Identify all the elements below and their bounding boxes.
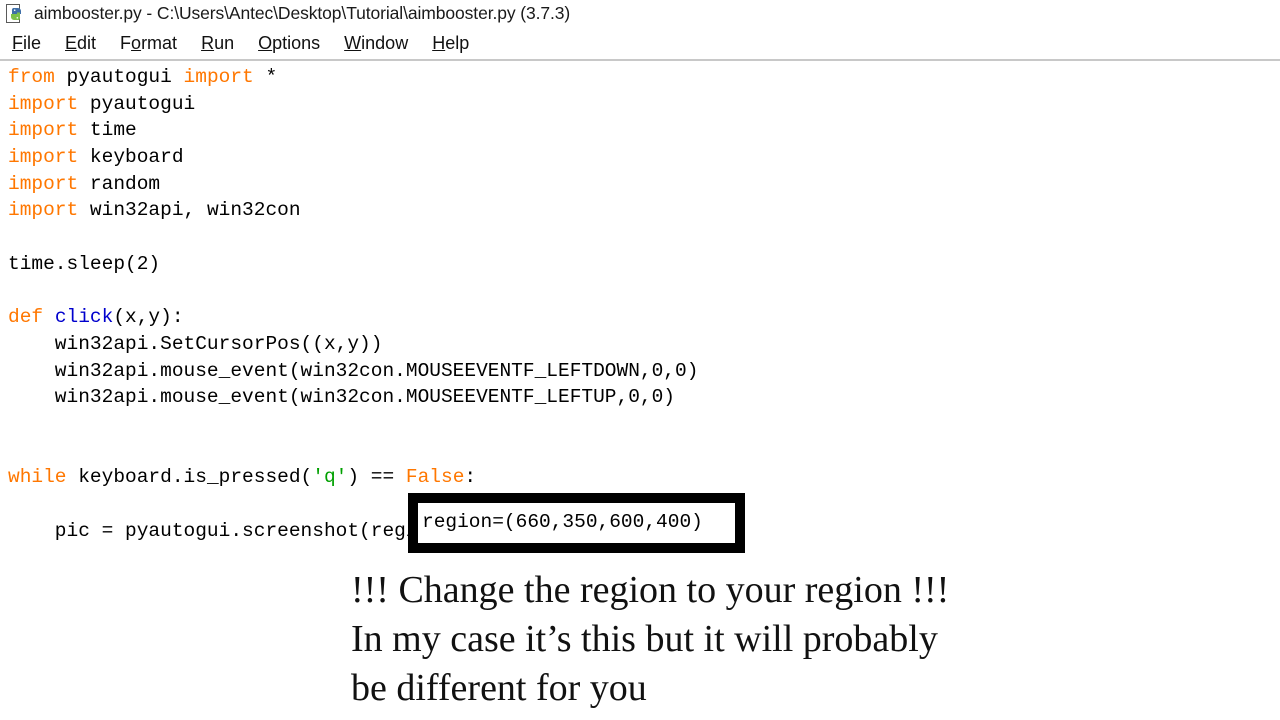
python-idle-icon [6,3,26,24]
code-token-kw: import [8,146,79,169]
code-line: import win32api, win32con [8,197,1280,224]
annotation-line: !!! Change the region to your region !!! [351,569,950,611]
code-token-plain: win32api.mouse_event(win32con.MOUSEEVENT… [8,386,676,409]
code-line: win32api.SetCursorPos((x,y)) [8,331,1280,358]
code-line: import keyboard [8,144,1280,171]
menu-item-options[interactable]: Options [246,33,332,54]
code-token-plain: keyboard [78,146,184,169]
menu-item-file[interactable]: File [0,33,53,54]
menu-label-part: F [120,33,132,53]
code-token-plain: pyautogui [78,92,196,115]
code-line: import pyautogui [8,91,1280,118]
menu-item-window[interactable]: Window [332,33,420,54]
code-line: win32api.mouse_event(win32con.MOUSEEVENT… [8,358,1280,385]
menu-accelerator-letter: H [432,33,446,53]
code-token-plain: time.sleep(2) [8,252,161,275]
code-line: while keyboard.is_pressed('q') == False: [8,464,1280,491]
menu-accelerator-letter: E [65,33,78,53]
annotation-line: be different for you [351,667,647,709]
code-token-str: 'q' [312,466,348,489]
code-token-kw: import [183,66,254,88]
menu-item-help[interactable]: Help [420,33,481,54]
menu-accelerator-letter: W [344,33,362,53]
code-token-plain: win32api.SetCursorPos((x,y)) [8,332,383,355]
code-token-plain: win32api.mouse_event(win32con.MOUSEEVENT… [8,359,699,382]
code-token-kw: def [8,306,44,329]
code-token-plain: pyautogui [54,66,184,88]
code-line: import time [8,117,1280,144]
window-title: aimbooster.py - C:\Users\Antec\Desktop\T… [34,3,571,23]
window-titlebar: aimbooster.py - C:\Users\Antec\Desktop\T… [0,0,1280,27]
instruction-annotation: !!! Change the region to your region !!!… [351,566,1051,713]
code-token-kw: while [8,466,67,489]
menu-accelerator-letter: o [131,33,142,53]
menu-accelerator-letter: R [201,33,215,53]
code-token-kw: import [8,172,79,195]
code-token-plain: ) == [347,466,406,489]
region-highlight-box: region=(660,350,600,400) [408,493,745,553]
code-token-plain: win32api, win32con [78,199,301,222]
menu-label-part: un [214,33,235,53]
code-line: from pyautogui import * [8,64,1280,91]
code-line: win32api.mouse_event(win32con.MOUSEEVENT… [8,384,1280,411]
menu-item-run[interactable]: Run [189,33,246,54]
code-token-plain: time [78,119,137,142]
code-line: import random [8,171,1280,198]
code-token-defname: click [54,306,114,329]
annotation-line: In my case it’s this but it will probabl… [351,618,938,660]
code-token-kw: from [8,66,55,88]
menu-label-part: dit [77,33,97,53]
menubar: File Edit Format Run Options Window Help [0,27,1280,60]
menu-label-part: ptions [272,33,321,53]
code-token-plain: (x,y): [113,306,184,329]
menu-accelerator-letter: F [12,33,23,53]
menu-label-part: rmat [141,33,178,53]
code-token-plain: keyboard.is_pressed( [66,466,313,489]
menu-label-part: indow [361,33,409,53]
menu-accelerator-letter: O [258,33,273,53]
code-line: def click(x,y): [8,304,1280,331]
code-token-plain: random [78,172,161,195]
code-token-plain: * [253,66,278,88]
code-token-kw: import [8,199,79,222]
menu-item-edit[interactable]: Edit [53,33,108,54]
code-token-kw: import [8,92,79,115]
menu-label-part: ile [23,33,42,53]
menu-item-format[interactable]: Format [108,33,189,54]
code-line: time.sleep(2) [8,251,1280,278]
code-token-kw: False [405,466,465,489]
code-token-kw: import [8,119,79,142]
region-highlight-text: region=(660,350,600,400) [422,511,703,534]
menu-label-part: elp [445,33,470,53]
code-token-plain: : [464,466,477,489]
